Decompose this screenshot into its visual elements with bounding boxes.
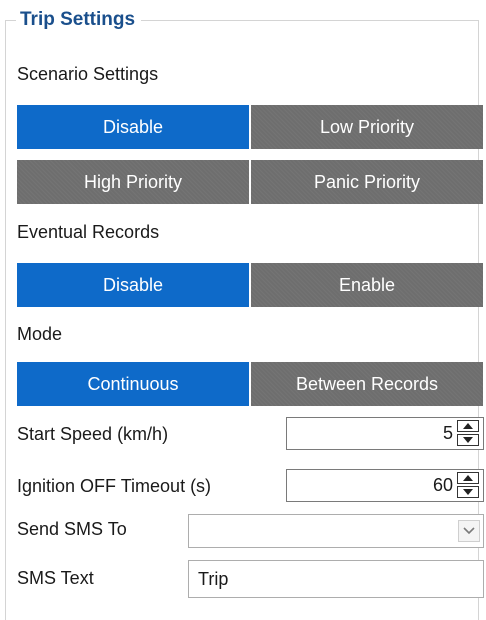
ignition-timeout-label: Ignition OFF Timeout (s) bbox=[17, 476, 212, 496]
mode-continuous-button[interactable]: Continuous bbox=[17, 362, 249, 406]
scenario-settings-label: Scenario Settings bbox=[17, 64, 159, 84]
chevron-down-icon[interactable] bbox=[458, 520, 480, 542]
sms-text-label: SMS Text bbox=[17, 568, 94, 588]
start-speed-input[interactable]: 5 bbox=[286, 417, 484, 450]
eventual-disable-button[interactable]: Disable bbox=[17, 263, 249, 307]
sms-text-input[interactable]: Trip bbox=[188, 560, 484, 598]
ignition-timeout-input[interactable]: 60 bbox=[286, 469, 484, 502]
mode-label: Mode bbox=[17, 324, 63, 344]
scenario-low-priority-button[interactable]: Low Priority bbox=[251, 105, 483, 149]
start-speed-value: 5 bbox=[442, 423, 453, 443]
spin-up-icon[interactable] bbox=[457, 472, 479, 484]
mode-between-records-button[interactable]: Between Records bbox=[251, 362, 483, 406]
spin-down-icon[interactable] bbox=[457, 434, 479, 446]
start-speed-spinner[interactable] bbox=[457, 420, 481, 447]
ignition-timeout-spinner[interactable] bbox=[457, 472, 481, 499]
scenario-panic-priority-button[interactable]: Panic Priority bbox=[251, 160, 483, 204]
ignition-timeout-value: 60 bbox=[432, 475, 453, 495]
spin-down-icon[interactable] bbox=[457, 486, 479, 498]
group-title: Trip Settings bbox=[16, 6, 142, 34]
scenario-high-priority-button[interactable]: High Priority bbox=[17, 160, 249, 204]
spin-up-icon[interactable] bbox=[457, 420, 479, 432]
start-speed-label: Start Speed (km/h) bbox=[17, 424, 169, 444]
send-sms-to-select[interactable] bbox=[188, 514, 484, 548]
scenario-disable-button[interactable]: Disable bbox=[17, 105, 249, 149]
send-sms-to-label: Send SMS To bbox=[17, 519, 127, 539]
sms-text-value: Trip bbox=[198, 569, 229, 589]
eventual-records-label: Eventual Records bbox=[17, 222, 160, 242]
eventual-enable-button[interactable]: Enable bbox=[251, 263, 483, 307]
